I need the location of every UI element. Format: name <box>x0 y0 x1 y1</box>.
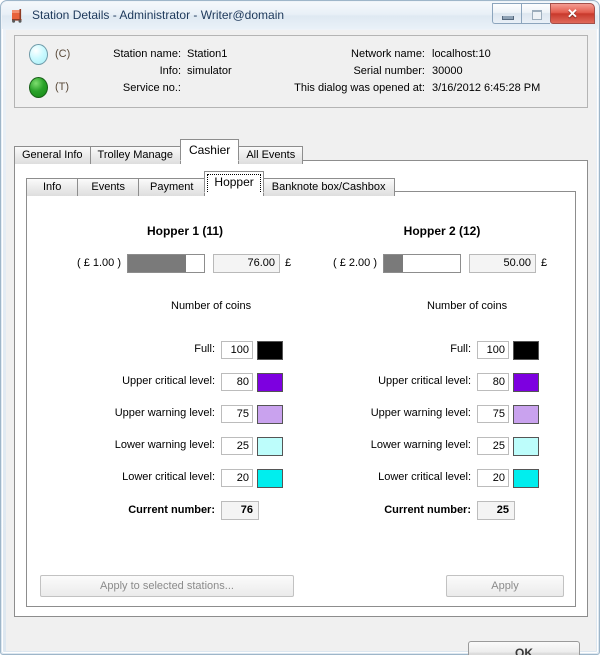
hopper-2-upper-warning-color-swatch[interactable] <box>513 405 539 424</box>
hopper-1-level-bar-fill <box>128 255 186 272</box>
network-name-value: localhost:10 <box>432 48 491 60</box>
hopper-1-upper-warning-input[interactable] <box>221 405 253 423</box>
serial-number-label: Serial number: <box>353 65 425 77</box>
hopper-2-full-input[interactable] <box>477 341 509 359</box>
hopper-2-full-label: Full: <box>450 343 471 355</box>
hopper-1-full-color-swatch[interactable] <box>257 341 283 360</box>
hopper-2-full-color-swatch[interactable] <box>513 341 539 360</box>
tab-all-events[interactable]: All Events <box>238 146 304 164</box>
station-info-panel: (C) (T) Station name: Station1 Info: sim… <box>14 35 588 108</box>
hopper-2-lower-critical-input[interactable] <box>477 469 509 487</box>
hopper-2-lower-warning-input[interactable] <box>477 437 509 455</box>
close-button[interactable]: ✕ <box>550 3 595 24</box>
hopper-1-currency: £ <box>285 257 292 269</box>
hopper-1-upper-critical-color-swatch[interactable] <box>257 373 283 392</box>
hopper-2-level-bar-fill <box>384 255 403 272</box>
apply-button[interactable]: Apply <box>446 575 564 597</box>
hopper-1-lower-warning-color-swatch[interactable] <box>257 437 283 456</box>
hopper-2-coins-caption: Number of coins <box>427 300 508 312</box>
hopper-2-upper-warning-label: Upper warning level: <box>370 407 471 419</box>
ok-button[interactable]: OK <box>468 641 580 655</box>
close-icon: ✕ <box>567 6 578 21</box>
tab-payment[interactable]: Payment <box>138 178 206 196</box>
tab-general-info[interactable]: General Info <box>14 146 91 164</box>
cashier-tab-strip: Info Events Payment Hopper Banknote box/… <box>26 171 395 196</box>
hopper-2-denomination: ( £ 2.00 ) <box>332 257 377 269</box>
hopper-1-lower-warning-label: Lower warning level: <box>114 439 215 451</box>
hopper-2-upper-critical-input[interactable] <box>477 373 509 391</box>
hopper-1-full-input[interactable] <box>221 341 253 359</box>
hopper-1-upper-warning-color-swatch[interactable] <box>257 405 283 424</box>
hopper-1-lower-critical-label: Lower critical level: <box>122 471 215 483</box>
apply-to-selected-stations-button[interactable]: Apply to selected stations... <box>40 575 294 597</box>
hopper-1-current-number-label: Current number: <box>128 504 215 516</box>
hopper-2-lower-critical-label: Lower critical level: <box>378 471 471 483</box>
hopper-1-upper-critical-label: Upper critical level: <box>122 375 215 387</box>
serial-number-value: 30000 <box>432 65 463 77</box>
hopper-2-currency: £ <box>541 257 548 269</box>
tab-cashier[interactable]: Cashier <box>179 139 240 161</box>
hopper-2-title: Hopper 2 (12) <box>403 224 481 238</box>
cashier-tab-page: Info Events Payment Hopper Banknote box/… <box>14 160 588 617</box>
hopper-2-current-number-label: Current number: <box>384 504 471 516</box>
hopper-2-current-number-value: 25 <box>477 501 515 520</box>
main-tab-strip: General Info Trolley Manage Cashier All … <box>14 139 304 164</box>
hopper-1-title: Hopper 1 (11) <box>146 224 224 238</box>
station-details-window: Station Details - Administrator - Writer… <box>0 0 600 655</box>
hopper-1-upper-warning-label: Upper warning level: <box>114 407 215 419</box>
tab-hopper[interactable]: Hopper <box>204 171 264 193</box>
hopper-2-lower-warning-color-swatch[interactable] <box>513 437 539 456</box>
trolley-icon <box>12 9 22 23</box>
hopper-2-upper-critical-color-swatch[interactable] <box>513 373 539 392</box>
hopper-2-upper-critical-label: Upper critical level: <box>378 375 471 387</box>
station-name-label: Station name: <box>113 48 181 60</box>
dialog-opened-label: This dialog was opened at: <box>294 82 425 94</box>
tab-banknote-box-cashbox[interactable]: Banknote box/Cashbox <box>262 178 395 196</box>
minimize-button[interactable] <box>492 3 521 24</box>
service-no-label: Service no.: <box>122 82 181 94</box>
cashier-tab-control: Info Events Payment Hopper Banknote box/… <box>26 171 576 607</box>
tab-hopper-label: Hopper <box>214 175 254 189</box>
window-title: Station Details - Administrator - Writer… <box>32 8 285 22</box>
screenshot-root: Station Details - Administrator - Writer… <box>0 0 600 655</box>
hopper-1-current-number-value: 76 <box>221 501 259 520</box>
hopper-1-upper-critical-input[interactable] <box>221 373 253 391</box>
hopper-2-lower-warning-label: Lower warning level: <box>370 439 471 451</box>
hopper-1-denomination: ( £ 1.00 ) <box>76 257 121 269</box>
hopper-2-amount: 50.00 <box>469 254 536 273</box>
hopper-1-lower-critical-input[interactable] <box>221 469 253 487</box>
window-controls: ✕ <box>492 3 595 24</box>
tab-events[interactable]: Events <box>77 178 139 196</box>
tab-trolley-manage[interactable]: Trolley Manage <box>89 146 181 164</box>
info-label: Info: <box>159 65 181 77</box>
hopper-tab-page: Hopper 1 (11) ( £ 1.00 ) 76.00 £ Number … <box>26 191 576 607</box>
hopper-1-full-label: Full: <box>194 343 215 355</box>
hopper-1-lower-warning-input[interactable] <box>221 437 253 455</box>
client-area: (C) (T) Station name: Station1 Info: sim… <box>6 30 596 655</box>
hopper-2-lower-critical-color-swatch[interactable] <box>513 469 539 488</box>
hopper-2-upper-warning-input[interactable] <box>477 405 509 423</box>
tab-info[interactable]: Info <box>26 178 79 196</box>
network-name-label: Network name: <box>351 48 425 60</box>
hopper-1-lower-critical-color-swatch[interactable] <box>257 469 283 488</box>
hopper-1-coins-caption: Number of coins <box>171 300 252 312</box>
title-bar[interactable]: Station Details - Administrator - Writer… <box>2 2 598 29</box>
dialog-opened-value: 3/16/2012 6:45:28 PM <box>432 82 541 94</box>
hopper-2-level-bar <box>383 254 461 273</box>
hopper-1-amount: 76.00 <box>213 254 280 273</box>
main-tab-control: General Info Trolley Manage Cashier All … <box>14 139 588 617</box>
maximize-button[interactable] <box>521 3 550 24</box>
hopper-1-level-bar <box>127 254 205 273</box>
